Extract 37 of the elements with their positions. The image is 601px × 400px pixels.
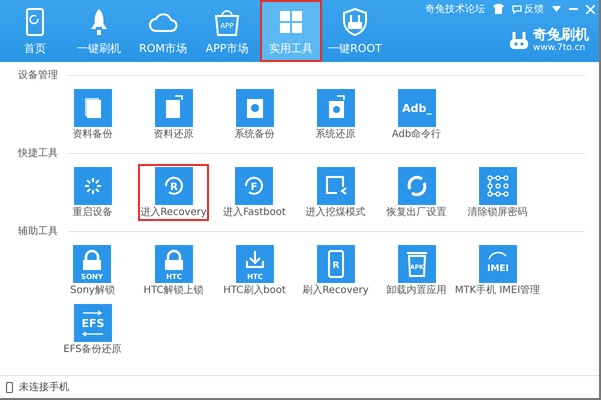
close-icon[interactable] <box>586 4 595 14</box>
icon-glyph: R <box>170 182 178 193</box>
spinner-icon <box>74 167 112 205</box>
document-icon <box>74 89 112 127</box>
tool-button[interactable]: R 刷入Recovery <box>300 242 371 299</box>
shopping-bag-icon <box>214 10 240 36</box>
tool-button[interactable]: 资料还原 <box>152 86 196 143</box>
phone-icon <box>6 382 13 392</box>
section-title: 辅助工具 <box>18 224 58 238</box>
tool-button[interactable]: IMEI MTK手机 IMEI管理 <box>452 242 542 299</box>
section-title: 快捷工具 <box>18 146 58 160</box>
rabbit-logo-icon <box>509 30 529 50</box>
tool-button[interactable]: EFS EFS备份还原 <box>61 301 124 358</box>
icon-glyph: EFS <box>81 317 104 330</box>
tool-button[interactable]: F 进入Fastboot <box>221 164 288 221</box>
tool-button[interactable]: 清除锁屏密码 <box>466 164 530 221</box>
tool-button[interactable]: 重启设备 <box>70 164 114 221</box>
speech-bubble-icon[interactable] <box>512 4 522 14</box>
logo-name: 奇兔刷机 <box>533 28 589 43</box>
tool-button[interactable]: 资料备份 <box>70 86 114 143</box>
icon-glyph: IMEI <box>486 264 508 274</box>
icon-glyph: F <box>251 182 258 193</box>
tool-button[interactable]: Adb_ Adb命令行 <box>390 86 444 143</box>
tool-button[interactable]: 系统备份 <box>232 86 276 143</box>
refresh-icon <box>398 167 436 205</box>
dropdown-icon[interactable] <box>552 6 561 12</box>
tool-button[interactable]: 进入挖煤模式 <box>304 164 368 221</box>
shirt-icon[interactable] <box>493 4 504 14</box>
pattern-dots-icon <box>478 167 516 205</box>
icon-glyph: Adb_ <box>402 102 432 115</box>
tool-button[interactable]: R 进入Recovery <box>138 164 209 221</box>
logo-url: www.7to.cn <box>533 43 586 53</box>
tool-button[interactable]: 系统还原 <box>314 86 358 143</box>
tool-button[interactable]: 恢复出厂设置 <box>384 164 448 221</box>
icon-glyph: R <box>332 261 339 271</box>
status-text: 未连接手机 <box>19 380 69 394</box>
section-title: 设备管理 <box>18 69 58 82</box>
